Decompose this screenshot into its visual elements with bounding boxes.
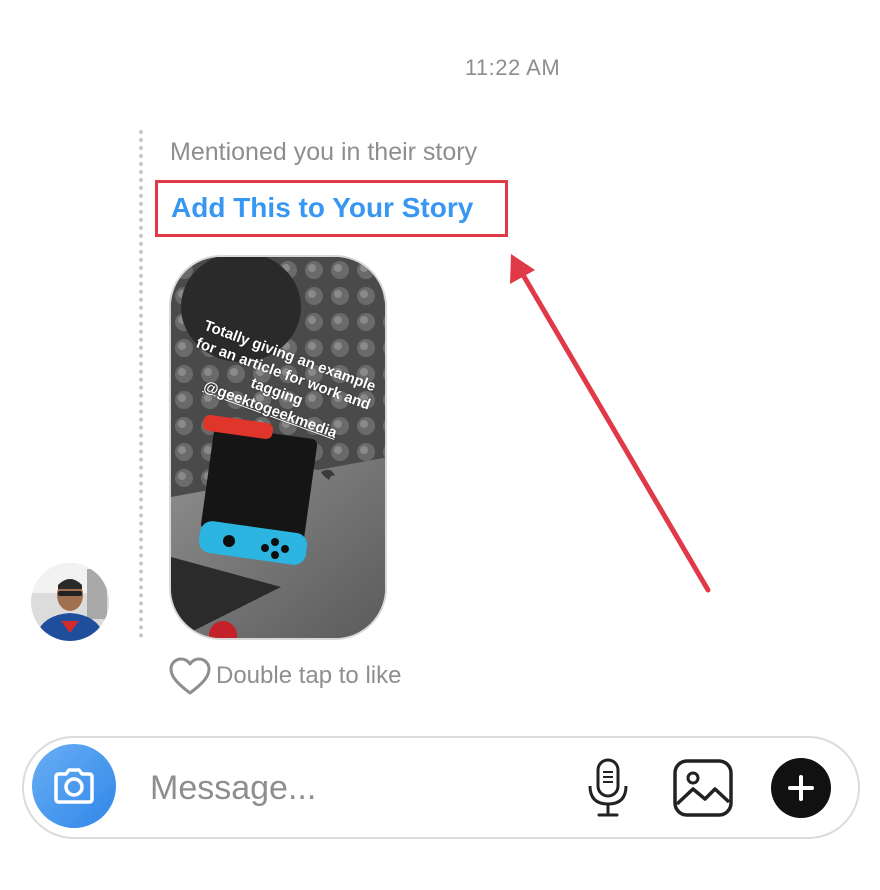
microphone-icon <box>588 758 628 817</box>
plus-button[interactable] <box>771 758 831 818</box>
like-hint: Double tap to like <box>216 662 402 689</box>
microphone-button[interactable] <box>583 758 633 818</box>
camera-button[interactable] <box>32 744 116 828</box>
mention-text: Mentioned you in their story <box>170 138 478 166</box>
avatar[interactable] <box>31 563 109 641</box>
camera-icon <box>54 768 94 804</box>
timestamp: 11:22 AM <box>464 55 561 80</box>
gallery-button[interactable] <box>671 757 735 819</box>
story-thumbnail[interactable]: Totally giving an example for an article… <box>169 255 387 640</box>
like-row[interactable]: Double tap to like <box>168 656 401 696</box>
gallery-icon <box>673 759 733 817</box>
annotation-highlight-box <box>155 180 508 237</box>
heart-icon[interactable] <box>168 656 212 696</box>
avatar-photo <box>31 563 109 641</box>
message-input[interactable] <box>148 762 552 814</box>
story-thread-divider <box>139 130 143 638</box>
plus-icon <box>788 775 814 801</box>
